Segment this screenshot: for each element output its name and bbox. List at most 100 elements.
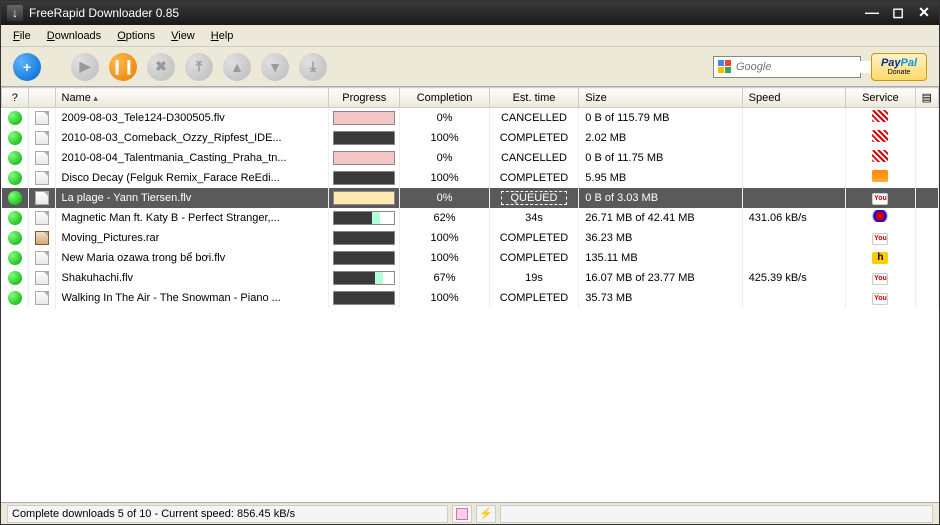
donate-label: Donate [888, 69, 911, 76]
col-est[interactable]: Est. time [489, 88, 579, 108]
col-status[interactable]: ? [2, 88, 29, 108]
est-time-value: COMPLETED [489, 128, 579, 148]
status-icon [8, 271, 22, 285]
est-time-value: QUEUED [489, 188, 579, 208]
file-icon [35, 271, 49, 285]
table-row[interactable]: Magnetic Man ft. Katy B - Perfect Strang… [2, 208, 939, 228]
status-icon [8, 191, 22, 205]
file-icon [35, 211, 49, 225]
progress-bar [333, 191, 395, 205]
speed-value: 431.06 kB/s [742, 208, 846, 228]
service-icon [872, 210, 888, 222]
status-icon [8, 211, 22, 225]
titlebar[interactable]: FreeRapid Downloader 0.85 — ◻ ✕ [1, 1, 939, 25]
file-icon [35, 111, 49, 125]
col-menu[interactable]: ▤ [915, 88, 938, 108]
close-button[interactable]: ✕ [915, 5, 933, 21]
progress-bar [333, 151, 395, 165]
size-value: 26.71 MB of 42.41 MB [579, 208, 742, 228]
service-icon [872, 150, 888, 162]
est-time-value: COMPLETED [489, 288, 579, 308]
file-name: Magnetic Man ft. Katy B - Perfect Strang… [62, 212, 323, 224]
app-window: FreeRapid Downloader 0.85 — ◻ ✕ File Dow… [0, 0, 940, 525]
down-button[interactable]: ▼ [261, 53, 289, 81]
downloads-table: ? Name Progress Completion Est. time Siz… [1, 87, 939, 308]
completion-value: 62% [400, 208, 489, 228]
speed-value [742, 108, 846, 128]
table-row[interactable]: 2009-08-03_Tele124-D300505.flv0%CANCELLE… [2, 108, 939, 128]
search-box[interactable] [713, 56, 861, 78]
shutdown-button[interactable]: ⚡ [476, 505, 496, 523]
cancel-button[interactable]: ✖ [147, 53, 175, 81]
size-value: 36.23 MB [579, 228, 742, 248]
table-row[interactable]: Shakuhachi.flv67%19s16.07 MB of 23.77 MB… [2, 268, 939, 288]
file-icon [35, 231, 49, 245]
table-row[interactable]: Disco Decay (Felguk Remix_Farace ReEdi..… [2, 168, 939, 188]
donate-button[interactable]: PayPal Donate [871, 53, 927, 81]
completion-value: 67% [400, 268, 489, 288]
speed-value [742, 128, 846, 148]
size-value: 0 B of 3.03 MB [579, 188, 742, 208]
service-cell: h [846, 248, 915, 268]
col-speed[interactable]: Speed [742, 88, 846, 108]
col-name[interactable]: Name [55, 88, 329, 108]
minimize-button[interactable]: — [863, 5, 881, 21]
file-name: 2010-08-03_Comeback_Ozzy_Ripfest_IDE... [62, 132, 323, 144]
up-button[interactable]: ▲ [223, 53, 251, 81]
speed-value [742, 228, 846, 248]
search-input[interactable] [736, 61, 879, 73]
status-icon [8, 171, 22, 185]
table-row[interactable]: Moving_Pictures.rar100%COMPLETED36.23 MB… [2, 228, 939, 248]
service-cell [846, 168, 915, 188]
youtube-icon: You [872, 273, 888, 285]
file-name: 2009-08-03_Tele124-D300505.flv [62, 112, 323, 124]
menu-help[interactable]: Help [205, 28, 240, 44]
menu-file[interactable]: File [7, 28, 37, 44]
service-icon [872, 110, 888, 122]
size-value: 35.73 MB [579, 288, 742, 308]
service-icon [872, 130, 888, 142]
file-name: La plage - Yann Tiersen.flv [62, 192, 323, 204]
youtube-icon: You [872, 293, 888, 305]
clipboard-icon [456, 508, 468, 520]
col-size[interactable]: Size [579, 88, 742, 108]
play-button[interactable]: ▶ [71, 53, 99, 81]
table-row[interactable]: 2010-08-04_Talentmania_Casting_Praha_tn.… [2, 148, 939, 168]
add-button[interactable]: + [13, 53, 41, 81]
menubar: File Downloads Options View Help [1, 25, 939, 47]
file-name: Shakuhachi.flv [62, 272, 323, 284]
speed-value [742, 188, 846, 208]
est-time-value: 34s [489, 208, 579, 228]
progress-bar [333, 231, 395, 245]
table-row[interactable]: New Maria ozawa trong bể bơi.flv100%COMP… [2, 248, 939, 268]
completion-value: 100% [400, 248, 489, 268]
top-button[interactable]: ⤒ [185, 53, 213, 81]
est-time-value: CANCELLED [489, 108, 579, 128]
col-progress[interactable]: Progress [329, 88, 400, 108]
file-icon [35, 251, 49, 265]
col-service[interactable]: Service [846, 88, 915, 108]
app-icon [7, 5, 23, 21]
bottom-button[interactable]: ⤓ [299, 53, 327, 81]
col-fileicon[interactable] [28, 88, 55, 108]
col-completion[interactable]: Completion [400, 88, 489, 108]
menu-view[interactable]: View [165, 28, 201, 44]
pause-button[interactable]: ❙❙ [109, 53, 137, 81]
maximize-button[interactable]: ◻ [889, 5, 907, 21]
menu-downloads[interactable]: Downloads [41, 28, 107, 44]
table-row[interactable]: 2010-08-03_Comeback_Ozzy_Ripfest_IDE...1… [2, 128, 939, 148]
est-time-value: COMPLETED [489, 248, 579, 268]
service-cell: You [846, 188, 915, 208]
completion-value: 100% [400, 288, 489, 308]
service-cell [846, 208, 915, 228]
size-value: 0 B of 115.79 MB [579, 108, 742, 128]
menu-options[interactable]: Options [111, 28, 161, 44]
window-controls: — ◻ ✕ [863, 5, 933, 21]
file-icon [35, 171, 49, 185]
table-row[interactable]: La plage - Yann Tiersen.flv0%QUEUED0 B o… [2, 188, 939, 208]
table-row[interactable]: Walking In The Air - The Snowman - Piano… [2, 288, 939, 308]
clipboard-monitor-button[interactable] [452, 505, 472, 523]
service-cell [846, 148, 915, 168]
status-icon [8, 151, 22, 165]
downloads-table-container[interactable]: ? Name Progress Completion Est. time Siz… [1, 87, 939, 502]
